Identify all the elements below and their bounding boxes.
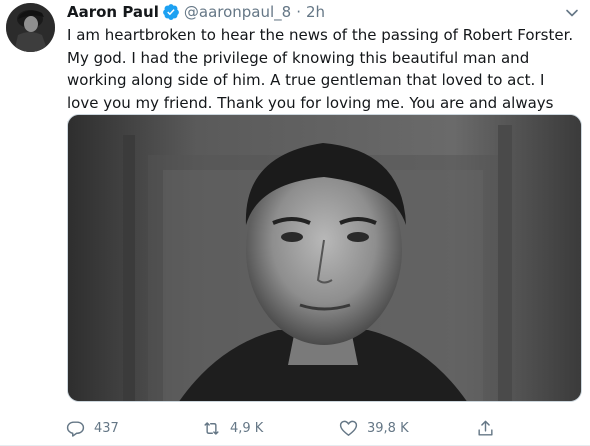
share-button[interactable] [476, 419, 495, 438]
portrait-photo [68, 115, 581, 401]
tweet-card[interactable]: Aaron Paul @aaronpaul_8 · 2h I am heartb… [0, 0, 590, 446]
like-button[interactable]: 39,8 K [339, 419, 409, 438]
tweet-photo[interactable] [67, 114, 582, 402]
share-icon [478, 420, 493, 436]
like-heart-icon [339, 420, 358, 436]
avatar-image [6, 3, 55, 52]
author-handle[interactable]: @aaronpaul_8 [184, 3, 291, 21]
tweet-actions: 437 4,9 K 39,8 K [63, 416, 503, 440]
chevron-down-icon[interactable] [564, 5, 580, 21]
retweet-count: 4,9 K [230, 420, 264, 436]
like-count: 39,8 K [367, 420, 409, 436]
verified-badge-icon [162, 3, 180, 21]
tweet-timestamp[interactable]: 2h [306, 3, 325, 21]
avatar[interactable] [6, 3, 55, 52]
retweet-button[interactable]: 4,9 K [202, 419, 263, 438]
reply-icon [66, 420, 85, 437]
reply-button[interactable]: 437 [66, 419, 119, 438]
separator-dot: · [296, 3, 301, 21]
author-name[interactable]: Aaron Paul [67, 3, 159, 21]
reply-count: 437 [94, 420, 119, 436]
retweet-icon [204, 421, 219, 435]
tweet-header: Aaron Paul @aaronpaul_8 · 2h [67, 2, 325, 22]
